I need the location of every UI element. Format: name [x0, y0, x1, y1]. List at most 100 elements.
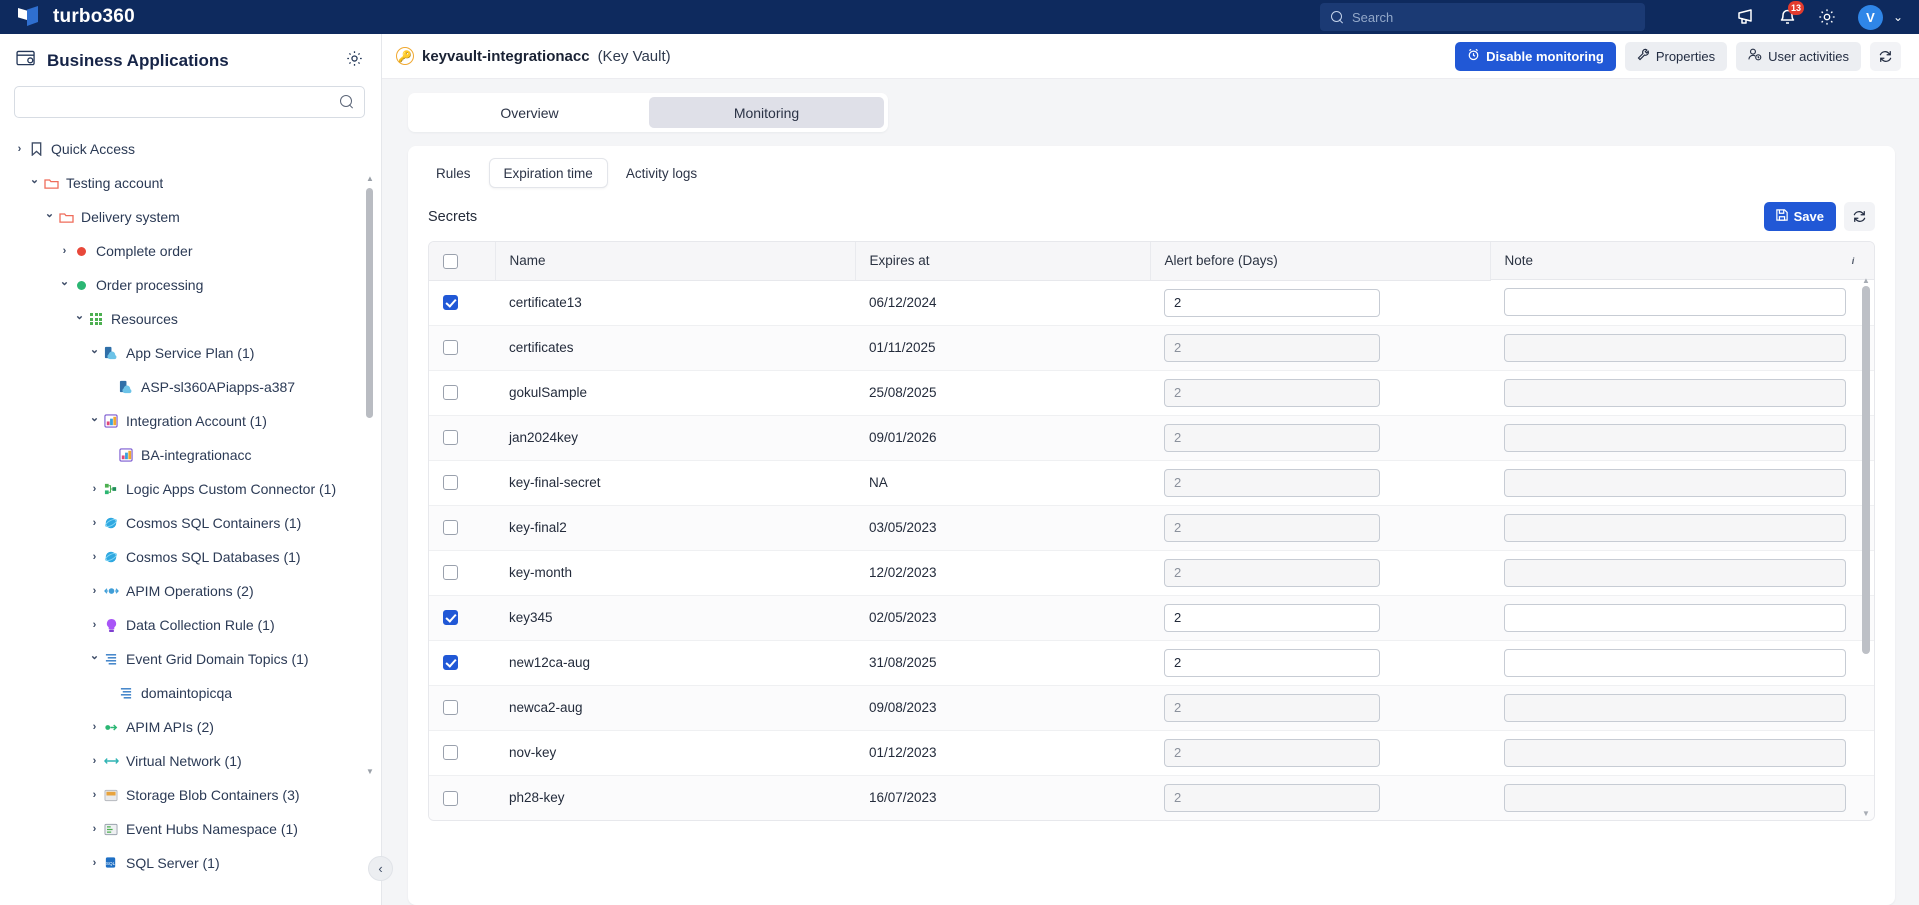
scroll-down-arrow-icon[interactable]: ▼	[1862, 809, 1870, 818]
tree-item-app-service-plan-1[interactable]: App Service Plan (1)	[0, 336, 381, 370]
alert-before-input[interactable]	[1164, 288, 1380, 317]
table-row[interactable]: newca2-aug 09/08/2023	[429, 685, 1874, 731]
tree-item-resources[interactable]: Resources	[0, 302, 381, 336]
chevron-right-icon[interactable]	[87, 857, 102, 869]
subtab-rules[interactable]: Rules	[422, 158, 485, 188]
tree-item-delivery-system[interactable]: Delivery system	[0, 200, 381, 234]
tree-item-event-grid-domain-topics-1[interactable]: Event Grid Domain Topics (1)	[0, 642, 381, 676]
row-checkbox[interactable]	[443, 565, 458, 581]
row-checkbox[interactable]	[443, 340, 458, 356]
chevron-down-icon[interactable]: ⌄	[1893, 10, 1903, 24]
table-row[interactable]: certificates 01/11/2025	[429, 325, 1874, 371]
chevron-right-icon[interactable]	[87, 483, 102, 495]
chevron-right-icon[interactable]	[57, 245, 72, 257]
scroll-down-arrow-icon[interactable]: ▼	[366, 767, 374, 776]
tree-item-cosmos-sql-containers-1[interactable]: Cosmos SQL Containers (1)	[0, 506, 381, 540]
info-icon[interactable]: i	[1846, 254, 1860, 268]
sidebar-settings-gear-icon[interactable]	[346, 50, 363, 72]
chevron-down-icon[interactable]	[42, 211, 57, 224]
subtab-expiration-time[interactable]: Expiration time	[488, 158, 608, 188]
tree-item-apim-apis-2[interactable]: APIM APIs (2)	[0, 710, 381, 744]
tree-item-apim-operations-2[interactable]: APIM Operations (2)	[0, 574, 381, 608]
row-checkbox[interactable]	[443, 655, 458, 671]
chevron-right-icon[interactable]	[87, 823, 102, 835]
tab-monitoring[interactable]: Monitoring	[649, 97, 884, 128]
table-row[interactable]: jan2024key 09/01/2026	[429, 415, 1874, 461]
alert-before-input[interactable]	[1164, 648, 1380, 677]
table-scrollbar[interactable]: ▲ ▼	[1862, 276, 1870, 818]
tree-item-cosmos-sql-databases-1[interactable]: Cosmos SQL Databases (1)	[0, 540, 381, 574]
global-search-input[interactable]	[1352, 9, 1634, 25]
tree-item-quick-access[interactable]: Quick Access	[0, 132, 381, 166]
table-row[interactable]: new12ca-aug 31/08/2025	[429, 640, 1874, 686]
scroll-up-arrow-icon[interactable]: ▲	[366, 174, 374, 183]
chevron-right-icon[interactable]	[12, 143, 27, 155]
row-checkbox[interactable]	[443, 610, 458, 626]
tree-item-complete-order[interactable]: Complete order	[0, 234, 381, 268]
table-row[interactable]: nov-key 01/12/2023	[429, 730, 1874, 776]
table-row[interactable]: gokulSample 25/08/2025	[429, 370, 1874, 416]
refresh-secrets-button[interactable]	[1844, 202, 1875, 231]
row-checkbox[interactable]	[443, 475, 458, 491]
tree-item-asp-sl360apiapps-a387[interactable]: ASP-sl360APiapps-a387	[0, 370, 381, 404]
sidebar-search-input[interactable]	[25, 94, 340, 110]
tab-overview[interactable]: Overview	[412, 97, 647, 128]
megaphone-icon[interactable]	[1737, 8, 1757, 26]
sidebar-collapse-button[interactable]: ‹	[368, 856, 393, 881]
tree-item-virtual-network-1[interactable]: Virtual Network (1)	[0, 744, 381, 778]
table-row[interactable]: ph28-key 16/07/2023	[429, 775, 1874, 820]
gear-icon[interactable]	[1818, 8, 1836, 26]
table-row[interactable]: key345 02/05/2023	[429, 595, 1874, 641]
disable-monitoring-button[interactable]: Disable monitoring	[1455, 41, 1616, 71]
row-checkbox[interactable]	[443, 385, 458, 401]
resource-tree[interactable]: Quick Access Testing account Delivery syst…	[0, 130, 381, 905]
brand-logo[interactable]: turbo360	[0, 6, 135, 28]
tree-item-testing-account[interactable]: Testing account	[0, 166, 381, 200]
tree-item-data-collection-rule-1[interactable]: Data Collection Rule (1)	[0, 608, 381, 642]
column-header-expires[interactable]: Expires at	[855, 242, 1151, 281]
row-checkbox[interactable]	[443, 745, 458, 761]
chevron-right-icon[interactable]	[87, 585, 102, 597]
chevron-right-icon[interactable]	[87, 721, 102, 733]
row-checkbox[interactable]	[443, 790, 458, 806]
tree-item-order-processing[interactable]: Order processing	[0, 268, 381, 302]
chevron-down-icon[interactable]	[87, 415, 102, 428]
save-button[interactable]: Save	[1763, 202, 1836, 231]
global-search[interactable]	[1320, 3, 1645, 31]
tree-item-logic-apps-custom-connector-1[interactable]: Logic Apps Custom Connector (1)	[0, 472, 381, 506]
alert-before-input[interactable]	[1164, 603, 1380, 632]
row-checkbox[interactable]	[443, 430, 458, 446]
row-checkbox[interactable]	[443, 520, 458, 536]
note-input[interactable]	[1504, 603, 1846, 632]
user-activities-button[interactable]: User activities	[1736, 41, 1861, 71]
tree-item-ba-integrationacc[interactable]: BA-integrationacc	[0, 438, 381, 472]
table-row[interactable]: key-final2 03/05/2023	[429, 505, 1874, 551]
tree-item-domaintopicqa[interactable]: domaintopicqa	[0, 676, 381, 710]
table-row[interactable]: key-final-secret NA	[429, 460, 1874, 506]
sidebar-search[interactable]	[14, 86, 365, 118]
note-input[interactable]	[1504, 648, 1846, 677]
note-input[interactable]	[1504, 288, 1846, 317]
select-all-checkbox[interactable]	[443, 253, 458, 269]
column-header-note[interactable]: Note i	[1490, 242, 1874, 280]
subtab-activity-logs[interactable]: Activity logs	[612, 158, 711, 188]
chevron-down-icon[interactable]	[27, 177, 42, 190]
column-header-alert[interactable]: Alert before (Days)	[1150, 242, 1491, 281]
chevron-down-icon[interactable]	[72, 313, 87, 326]
tree-item-storage-blob-containers-3[interactable]: Storage Blob Containers (3)	[0, 778, 381, 812]
chevron-down-icon[interactable]	[87, 653, 102, 666]
scroll-up-arrow-icon[interactable]: ▲	[1862, 276, 1870, 285]
tree-item-integration-account-1[interactable]: Integration Account (1)	[0, 404, 381, 438]
chevron-right-icon[interactable]	[87, 755, 102, 767]
chevron-right-icon[interactable]	[87, 619, 102, 631]
chevron-down-icon[interactable]	[57, 279, 72, 292]
bell-icon[interactable]: 13	[1779, 1, 1804, 26]
row-checkbox[interactable]	[443, 295, 458, 311]
table-row[interactable]: key-month 12/02/2023	[429, 550, 1874, 596]
chevron-right-icon[interactable]	[87, 551, 102, 563]
chevron-down-icon[interactable]	[87, 347, 102, 360]
user-avatar-menu[interactable]: V	[1857, 4, 1883, 30]
chevron-right-icon[interactable]	[87, 517, 102, 529]
table-scroll-thumb[interactable]	[1862, 286, 1870, 654]
properties-button[interactable]: Properties	[1624, 41, 1728, 71]
